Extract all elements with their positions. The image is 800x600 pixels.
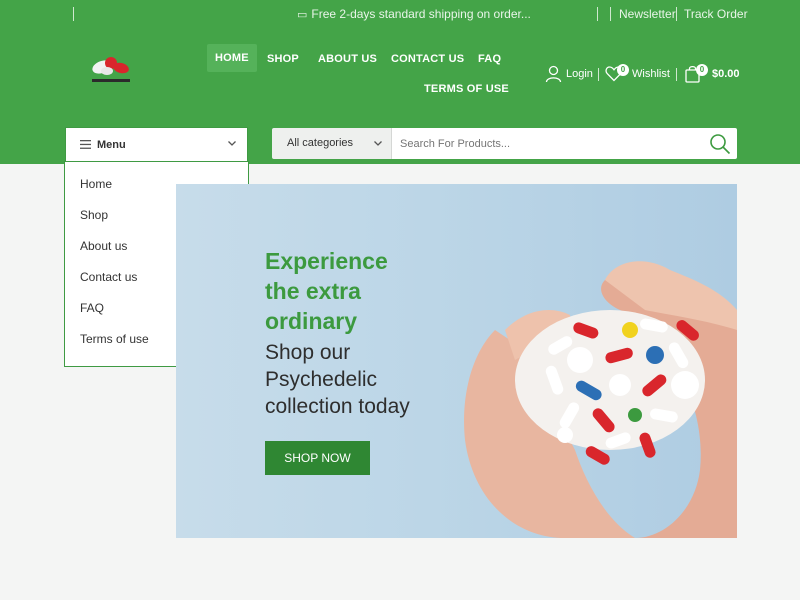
category-select[interactable]: All categories (272, 128, 392, 159)
top-bar: ▭ Free 2-days standard shipping on order… (0, 0, 800, 28)
search-input[interactable] (392, 128, 737, 159)
shipping-notice: ▭ Free 2-days standard shipping on order… (297, 7, 531, 21)
nav-faq[interactable]: FAQ (478, 53, 501, 65)
cart-total: $0.00 (712, 68, 740, 80)
hero-heading-line: ordinary (265, 308, 358, 334)
divider (610, 7, 611, 21)
site-header: HOME SHOP ABOUT US CONTACT US FAQ TERMS … (0, 28, 800, 122)
logo[interactable] (88, 54, 134, 86)
truck-icon: ▭ (297, 8, 308, 21)
hero-heading: Experience the extra ordinary (265, 246, 465, 336)
newsletter-link[interactable]: Newsletter (619, 7, 676, 21)
nav-shop[interactable]: SHOP (267, 53, 299, 65)
nav-contact[interactable]: CONTACT US (391, 53, 464, 65)
category-select-value: All categories (287, 137, 354, 149)
cart-count-badge: 0 (696, 64, 708, 76)
divider (676, 7, 677, 21)
nav-home[interactable]: HOME (207, 44, 257, 72)
hands-with-pills-image (464, 261, 737, 538)
login-label: Login (566, 68, 593, 80)
wishlist-label: Wishlist (632, 67, 670, 80)
chevron-down-icon (374, 141, 382, 146)
hero-subheading-line: Shop our (265, 341, 351, 364)
divider (598, 68, 599, 81)
hero-heading-line: Experience (265, 248, 388, 274)
shop-now-button[interactable]: SHOP NOW (265, 441, 370, 475)
wishlist-link[interactable]: Wishlist (605, 65, 670, 82)
cart-link[interactable]: $0.00 (685, 65, 740, 83)
hero-subheading-line: Psychedelic (265, 368, 378, 391)
user-icon (545, 65, 562, 83)
login-link[interactable]: Login (545, 65, 593, 83)
page-background (0, 545, 800, 600)
track-order-link[interactable]: Track Order (684, 7, 748, 21)
menu-label: Menu (97, 138, 126, 151)
search-icon[interactable] (709, 133, 731, 155)
shipping-text: Free 2-days standard shipping on order..… (311, 7, 531, 21)
menu-toggle-button[interactable]: Menu (65, 127, 248, 161)
chevron-down-icon (228, 141, 236, 146)
divider (73, 7, 74, 21)
hero-subheading: Shop our Psychedelic collection today (265, 339, 465, 420)
hamburger-icon (80, 140, 91, 149)
hero-heading-line: the extra (265, 278, 361, 304)
divider (597, 7, 598, 21)
nav-about[interactable]: ABOUT US (318, 53, 377, 65)
divider (676, 68, 677, 81)
nav-terms[interactable]: TERMS OF USE (424, 83, 509, 95)
wishlist-count-badge: 0 (617, 64, 629, 76)
hero-subheading-line: collection today (265, 395, 410, 418)
